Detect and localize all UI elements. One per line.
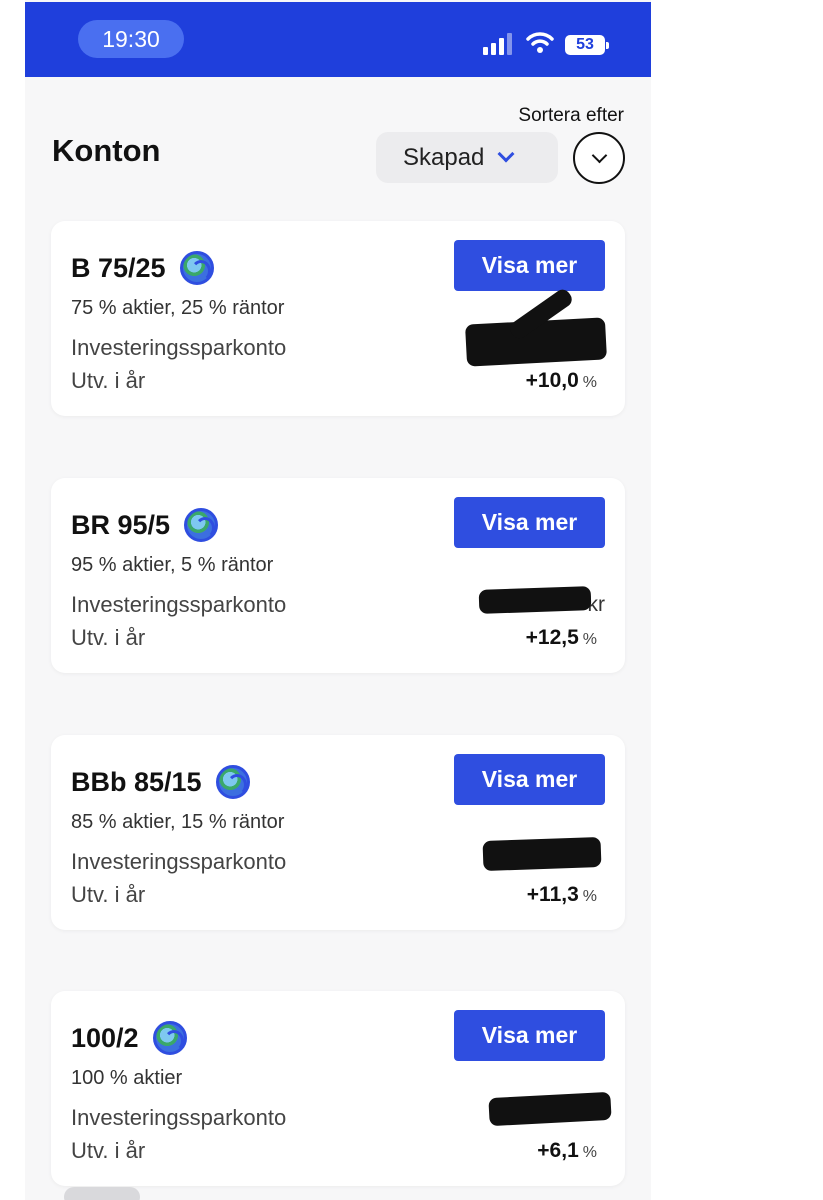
redaction-mark <box>478 586 592 614</box>
account-type: Investeringssparkonto <box>71 1105 287 1130</box>
visa-mer-button[interactable]: Visa mer <box>454 240 605 291</box>
ytd-label: Utv. i år <box>71 368 146 393</box>
account-type: Investeringssparkonto <box>71 849 287 874</box>
visa-mer-button[interactable]: Visa mer <box>454 754 605 805</box>
account-card[interactable]: 100/2 100 % aktier Investeringssparkonto… <box>51 991 625 1186</box>
ytd-value: +6,1% <box>537 1139 597 1162</box>
signal-icon <box>483 33 513 55</box>
sort-dropdown-value: Skapad <box>403 143 485 171</box>
redaction-mark <box>488 1091 612 1127</box>
wifi-icon <box>526 32 554 53</box>
account-allocation: 100 % aktier <box>71 1067 183 1089</box>
globe-icon <box>179 251 214 285</box>
ytd-label: Utv. i år <box>71 1138 146 1163</box>
account-type: Investeringssparkonto <box>71 335 287 360</box>
redaction-mark <box>482 836 602 872</box>
sort-direction-button[interactable] <box>573 132 625 184</box>
account-allocation: 75 % aktier, 25 % räntor <box>71 297 285 319</box>
ytd-value: +12,5% <box>525 626 597 649</box>
account-card[interactable]: BR 95/5 95 % aktier, 5 % räntor Invester… <box>51 478 625 673</box>
chevron-down-icon <box>497 145 515 163</box>
ytd-label: Utv. i år <box>71 625 146 650</box>
status-time: 19:30 <box>78 20 184 58</box>
sort-dropdown[interactable]: Skapad <box>376 132 558 183</box>
account-name: 100/2 <box>71 1021 187 1055</box>
scroll-indicator <box>64 1187 140 1200</box>
account-allocation: 95 % aktier, 5 % räntor <box>71 554 274 576</box>
globe-icon <box>184 508 219 542</box>
account-name: BR 95/5 <box>71 508 219 542</box>
ytd-label: Utv. i år <box>71 882 146 907</box>
app-screen: 19:30 53 Konton Sortera efter Skapad B 7… <box>25 0 651 1200</box>
account-allocation: 85 % aktier, 15 % räntor <box>71 811 285 833</box>
account-card[interactable]: BBb 85/15 85 % aktier, 15 % räntor Inves… <box>51 735 625 930</box>
globe-icon <box>215 765 250 799</box>
ytd-value: +10,0% <box>525 369 597 392</box>
ytd-value: +11,3% <box>526 883 597 906</box>
account-name: BBb 85/15 <box>71 765 250 799</box>
visa-mer-button[interactable]: Visa mer <box>454 497 605 548</box>
account-card[interactable]: B 75/25 75 % aktier, 25 % räntor Investe… <box>51 221 625 416</box>
visa-mer-button[interactable]: Visa mer <box>454 1010 605 1061</box>
page-title: Konton <box>52 133 161 168</box>
status-bar: 19:30 53 <box>25 2 651 77</box>
account-name: B 75/25 <box>71 251 214 285</box>
battery-icon: 53 <box>565 35 609 55</box>
globe-icon <box>152 1021 187 1055</box>
sort-label: Sortera efter <box>518 105 624 126</box>
account-type: Investeringssparkonto <box>71 592 287 617</box>
chevron-down-icon <box>591 147 608 164</box>
